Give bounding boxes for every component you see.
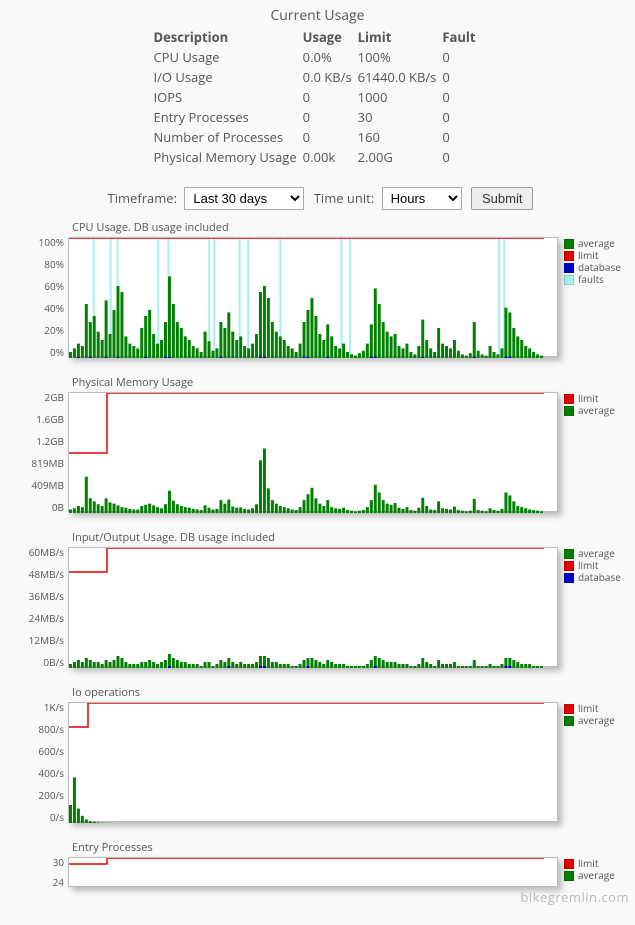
chart-block: Entry Processes 3024 limitaverage	[12, 840, 623, 887]
table-row: Entry Processes0300	[153, 107, 481, 127]
timeunit-label: Time unit:	[314, 189, 374, 207]
y-axis: 100%80%60%40%20%0%	[12, 237, 68, 357]
timeunit-select[interactable]: Hours	[382, 187, 462, 210]
chart-plot	[68, 702, 558, 822]
y-axis: 2GB1.6GB1.2GB819MB409MB0B	[12, 392, 68, 512]
legend-item: average	[564, 405, 623, 416]
chart-title: Io operations	[72, 685, 623, 700]
table-row: I/O Usage0.0 KB/s61440.0 KB/s0	[153, 67, 481, 87]
table-header: Limit	[358, 27, 443, 47]
chart-title: Physical Memory Usage	[72, 375, 623, 390]
table-row: Number of Processes01600	[153, 127, 481, 147]
chart-plot	[68, 547, 558, 667]
table-header: Fault	[442, 27, 481, 47]
chart-plot	[68, 857, 558, 887]
page-title: Current Usage	[12, 6, 623, 25]
chart-title: Entry Processes	[72, 840, 623, 855]
chart-legend: limitaverage	[558, 392, 623, 417]
timeframe-select[interactable]: Last 30 days	[184, 187, 304, 210]
chart-block: Io operations 1K/s800/s600/s400/s200/s0/s…	[12, 685, 623, 822]
legend-item: faults	[564, 274, 623, 285]
table-row: IOPS010000	[153, 87, 481, 107]
usage-table: DescriptionUsageLimitFault CPU Usage0.0%…	[153, 27, 481, 167]
controls-bar: Timeframe: Last 30 days Time unit: Hours…	[12, 187, 623, 210]
chart-legend: limitaverage	[558, 702, 623, 727]
chart-block: Input/Output Usage. DB usage included 60M…	[12, 530, 623, 667]
chart-plot	[68, 392, 558, 512]
chart-block: Physical Memory Usage 2GB1.6GB1.2GB819MB4…	[12, 375, 623, 512]
y-axis: 1K/s800/s600/s400/s200/s0/s	[12, 702, 68, 822]
chart-title: Input/Output Usage. DB usage included	[72, 530, 623, 545]
legend-item: average	[564, 715, 623, 726]
submit-button[interactable]: Submit	[471, 187, 533, 210]
y-axis: 3024	[12, 857, 68, 887]
y-axis: 60MB/s48MB/s36MB/s24MB/s12MB/s0B/s	[12, 547, 68, 667]
table-row: Physical Memory Usage0.00k2.00G0	[153, 147, 481, 167]
chart-legend: limitaverage	[558, 857, 623, 882]
chart-legend: averagelimitdatabase	[558, 547, 623, 584]
timeframe-label: Timeframe:	[108, 189, 177, 207]
table-row: CPU Usage0.0%100%0	[153, 47, 481, 67]
chart-title: CPU Usage. DB usage included	[72, 220, 623, 235]
chart-legend: averagelimitdatabasefaults	[558, 237, 623, 286]
table-header: Description	[153, 27, 302, 47]
legend-item: database	[564, 572, 623, 583]
chart-plot	[68, 237, 558, 357]
legend-item: average	[564, 870, 623, 881]
chart-block: CPU Usage. DB usage included 100%80%60%40…	[12, 220, 623, 357]
table-header: Usage	[303, 27, 358, 47]
